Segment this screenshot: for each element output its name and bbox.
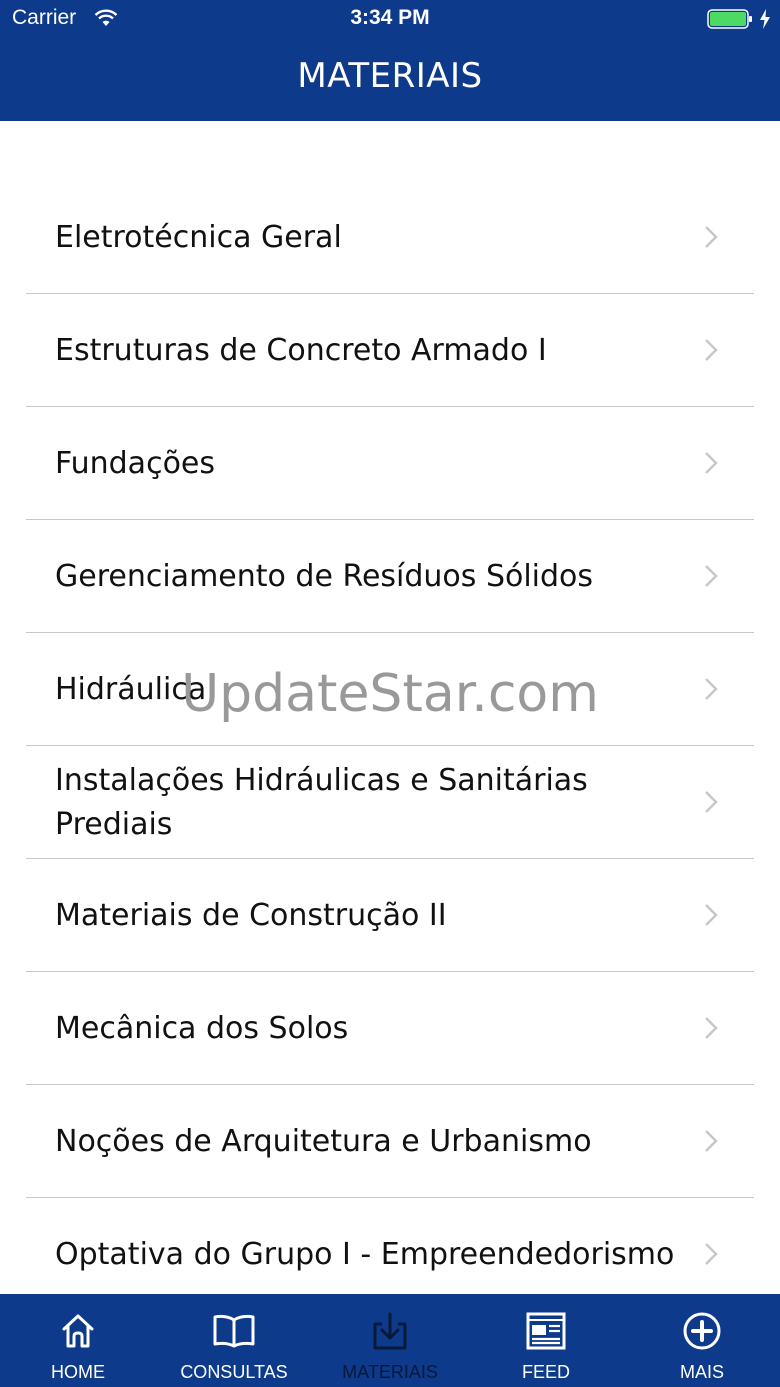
tab-label: FEED <box>521 1362 570 1382</box>
list-item-label: Noções de Arquitetura e Urbanismo <box>55 1123 592 1159</box>
list-item-label: Eletrotécnica Geral <box>55 219 342 255</box>
chevron-right-icon <box>705 452 718 474</box>
page-title: MATERIAIS <box>297 56 483 96</box>
chevron-right-icon <box>705 904 718 926</box>
book-icon <box>213 1314 255 1348</box>
list-item-label: Fundações <box>55 445 216 481</box>
list-item-label: Mecânica dos Solos <box>55 1010 349 1046</box>
chevron-right-icon <box>705 1243 718 1265</box>
tab-label: CONSULTAS <box>180 1362 288 1382</box>
tab-feed[interactable]: FEED <box>468 1294 624 1387</box>
chevron-right-icon <box>705 1017 718 1039</box>
status-bar: Carrier 3:34 PM <box>0 0 780 40</box>
chevron-right-icon <box>705 565 718 587</box>
materials-list: Eletrotécnica Geral Estruturas de Concre… <box>0 181 780 1294</box>
chevron-right-icon <box>705 791 718 813</box>
list-item-label: Optativa do Grupo I - Empreendedorismo <box>55 1236 675 1272</box>
list-item[interactable]: Fundações <box>0 407 780 520</box>
plus-circle-icon <box>683 1312 721 1350</box>
list-item[interactable]: Noções de Arquitetura e Urbanismo <box>0 1085 780 1198</box>
list-item-label: Gerenciamento de Resíduos Sólidos <box>55 558 594 594</box>
list-item[interactable]: Estruturas de Concreto Armado I <box>0 294 780 407</box>
chevron-right-icon <box>705 1130 718 1152</box>
list-item-label: Estruturas de Concreto Armado I <box>55 332 547 368</box>
tab-label: MAIS <box>679 1362 724 1382</box>
tab-home[interactable]: HOME <box>0 1294 156 1387</box>
list-item-label: Materiais de Construção II <box>55 897 447 933</box>
list-item-label: Hidráulica <box>55 671 207 707</box>
tab-label: HOME <box>51 1362 105 1382</box>
battery-icon <box>707 9 752 29</box>
status-time: 3:34 PM <box>350 6 430 29</box>
chevron-right-icon <box>705 678 718 700</box>
list-item[interactable]: Instalações Hidráulicas e Sanitárias Pre… <box>0 746 780 859</box>
list-item[interactable]: Materiais de Construção II <box>0 859 780 972</box>
list-item[interactable]: Mecânica dos Solos <box>0 972 780 1085</box>
tab-mais[interactable]: MAIS <box>624 1294 780 1387</box>
chevron-right-icon <box>705 226 718 248</box>
list-item[interactable]: Optativa do Grupo I - Empreendedorismo <box>0 1198 780 1294</box>
list-item[interactable]: Eletrotécnica Geral <box>0 181 780 294</box>
list-item[interactable]: Gerenciamento de Resíduos Sólidos <box>0 520 780 633</box>
tab-bar: HOME CONSULTAS MATERIAIS FEED MAIS <box>0 1294 780 1387</box>
home-icon <box>62 1314 94 1348</box>
list-item-label: Instalações Hidráulicas e Sanitárias Pre… <box>55 762 588 842</box>
header: Carrier 3:34 PM MATERIAIS <box>0 0 780 121</box>
tab-label: MATERIAIS <box>342 1362 438 1382</box>
tab-consultas[interactable]: CONSULTAS <box>156 1294 312 1387</box>
tab-materiais[interactable]: MATERIAIS <box>312 1294 468 1387</box>
list-item[interactable]: Hidráulica <box>0 633 780 746</box>
download-icon <box>373 1312 407 1350</box>
newspaper-icon <box>526 1312 566 1350</box>
charging-icon <box>760 9 770 29</box>
chevron-right-icon <box>705 339 718 361</box>
